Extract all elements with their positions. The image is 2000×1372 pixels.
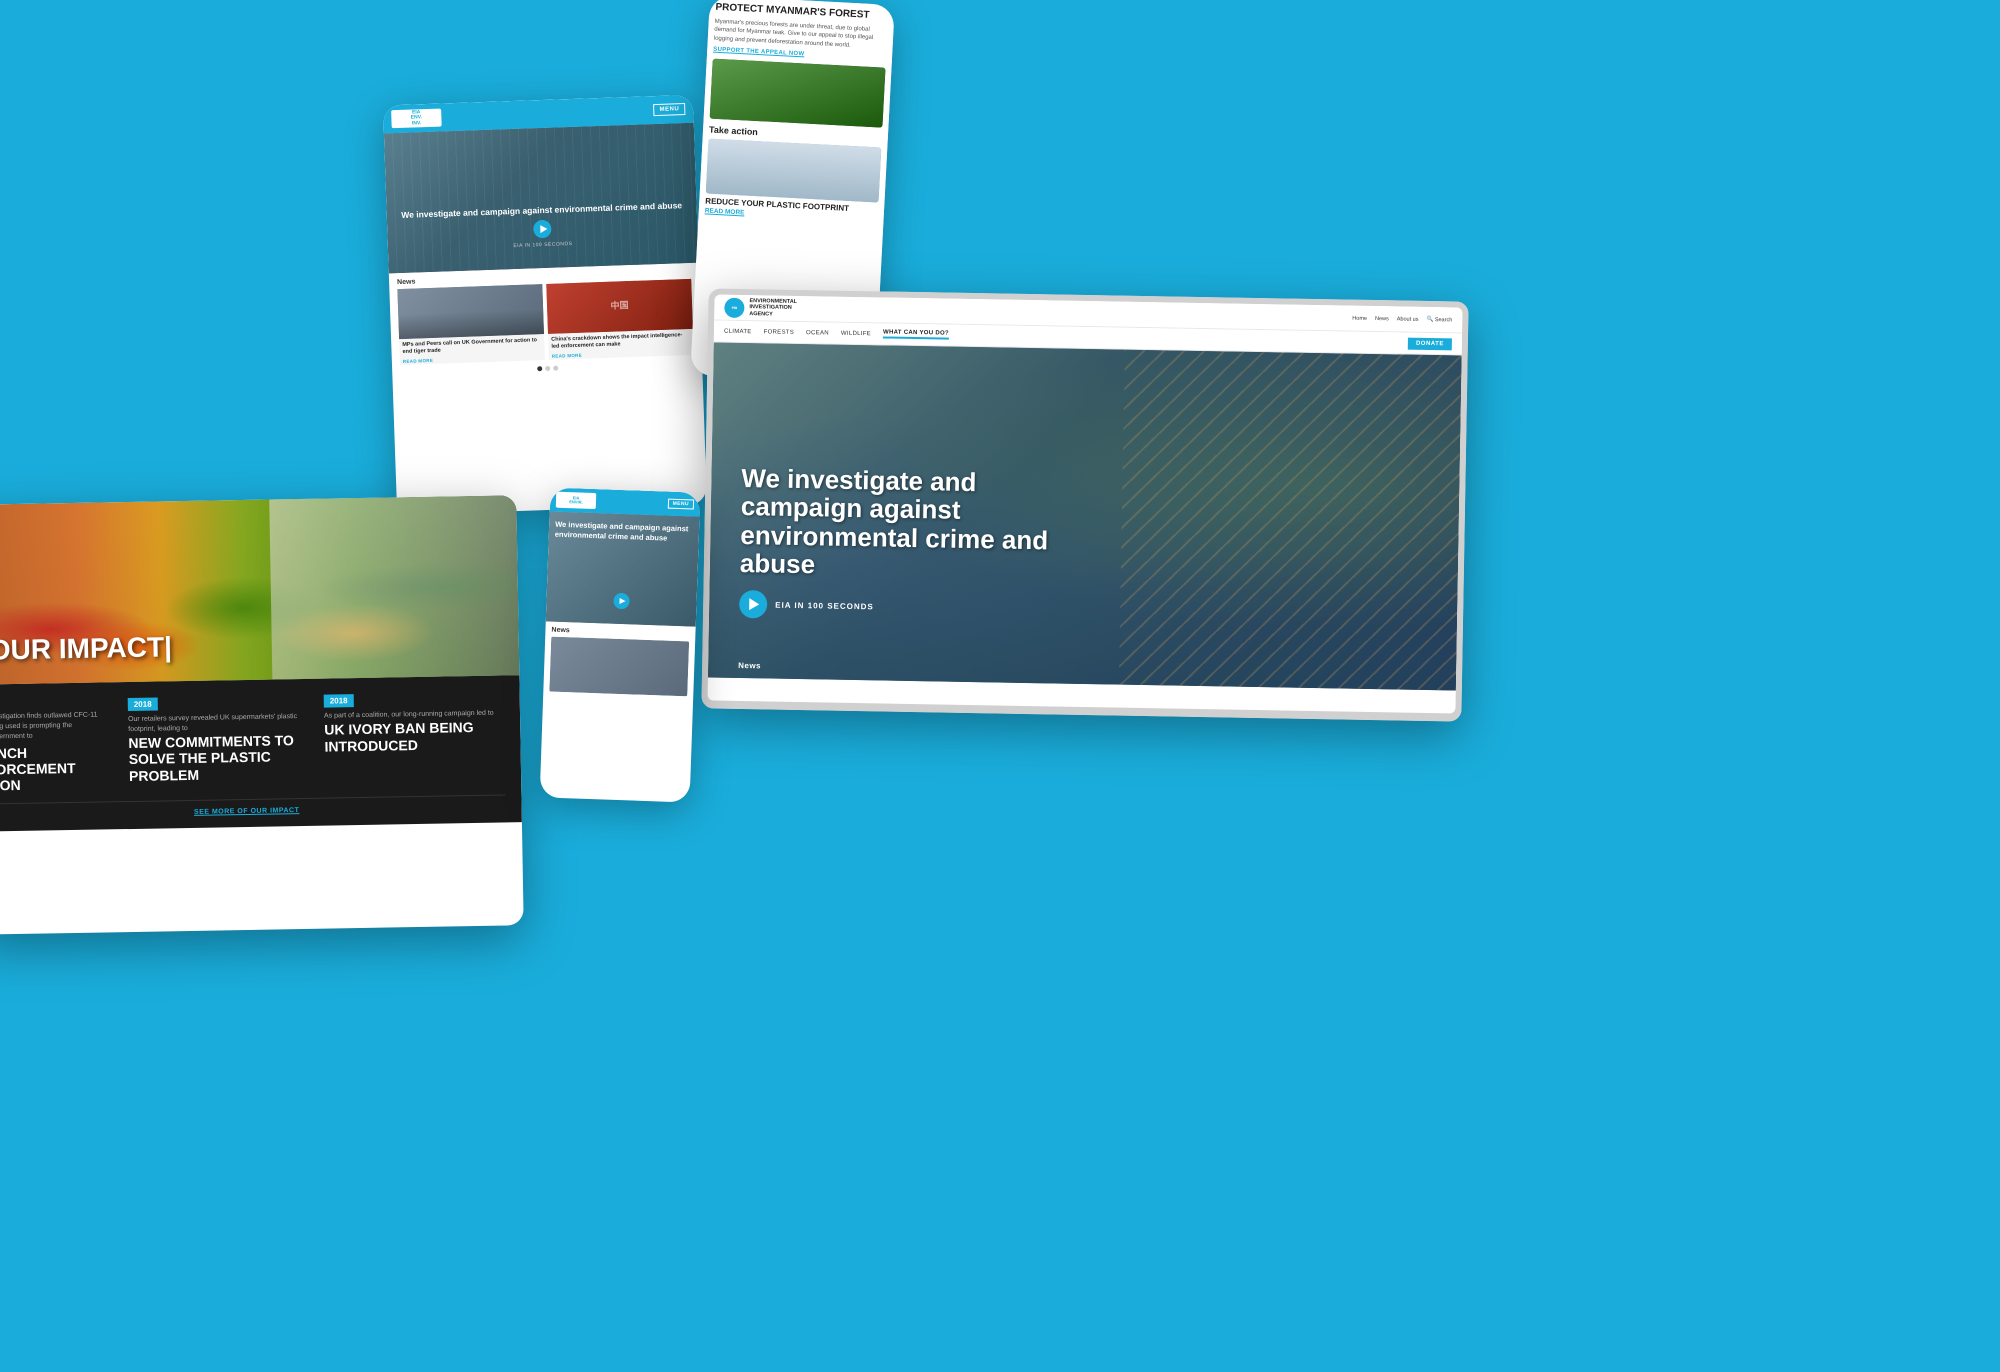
laptop-nav-about[interactable]: About us xyxy=(1397,316,1419,322)
tablet-center-logo: EIAENV.INV. xyxy=(391,109,442,129)
laptop-subnav-wildlife[interactable]: WILDLIFE xyxy=(841,330,871,337)
tablet-bottom-left-hero: OUR IMPACT| xyxy=(0,495,519,685)
plastic-image-inner xyxy=(706,139,882,203)
phone-bottom-center-news-image-inner xyxy=(549,637,689,697)
phone-top-right-body-text: Myanmar's precious forests are under thr… xyxy=(714,18,888,52)
tablet-bottom-left-hero-title: OUR IMPACT| xyxy=(0,633,172,664)
tablet-bottom-left-col2: 2018 Our retailers survey revealed UK su… xyxy=(128,691,310,792)
phone-bottom-center-menu-button[interactable]: MENU xyxy=(667,499,694,510)
tablet-center-menu-button[interactable]: MENU xyxy=(653,103,685,116)
tablet-bottom-left-inner: OUR IMPACT| investigation finds outlawed… xyxy=(0,495,524,935)
tablet-center-news-image-2: 中国 xyxy=(546,279,693,334)
col2-year-badge: 2018 xyxy=(128,698,158,712)
tablet-center-news-image-1 xyxy=(397,284,544,339)
laptop-logo-text: eia xyxy=(732,305,738,310)
col1-partial-text: investigation finds outlawed CFC-11 bein… xyxy=(0,710,112,742)
laptop-subnav-links: CLIMATE FORESTS OCEAN WILDLIFE WHAT CAN … xyxy=(724,327,949,340)
tablet-bottom-left-columns: investigation finds outlawed CFC-11 bein… xyxy=(0,687,505,793)
laptop-play-button[interactable] xyxy=(739,590,767,618)
tablet-bottom-left-see-more[interactable]: SEE MORE OF OUR IMPACT xyxy=(0,795,506,820)
laptop-subnav-climate[interactable]: CLIMATE xyxy=(724,328,752,334)
laptop-subnav-ocean[interactable]: OCEAN xyxy=(806,330,829,336)
play-icon xyxy=(540,225,547,233)
laptop-screen: eia ENVIRONMENTALINVESTIGATIONAGENCY Hom… xyxy=(708,295,1463,714)
myanmar-forest-image-inner xyxy=(710,59,886,128)
tablet-center-news-card-2[interactable]: 中国 China's crackdown shows the impact in… xyxy=(546,279,694,360)
tablet-bottom-left-device: OUR IMPACT| investigation finds outlawed… xyxy=(0,495,524,935)
tablet-bottom-left-dark-section: investigation finds outlawed CFC-11 bein… xyxy=(0,675,522,832)
laptop-nav-home[interactable]: Home xyxy=(1352,315,1367,321)
laptop-subnav-what[interactable]: WHAT CAN YOU DO? xyxy=(883,329,949,339)
col1-heading: UNCH FORCEMENT TION xyxy=(0,744,113,794)
phone-bottom-center-play-icon xyxy=(619,598,625,604)
tablet-bottom-left-col3: 2018 As part of a coalition, our long-ru… xyxy=(324,687,506,788)
pagination-dot-3[interactable] xyxy=(553,366,558,371)
col2-title: NEW COMMITMENTS TO SOLVE THE PLASTIC PRO… xyxy=(128,731,309,785)
pagination-dot-1[interactable] xyxy=(537,366,542,371)
phone-top-right-plastic-image xyxy=(706,139,882,203)
phone-bottom-center-device: EIAENVIR. MENU We investigate and campai… xyxy=(540,487,701,802)
tablet-center-play-button[interactable] xyxy=(533,220,552,239)
laptop-nav-links: Home News About us 🔍 Search xyxy=(1352,315,1452,323)
tablet-center-hero: We investigate and campaign against envi… xyxy=(384,123,699,274)
laptop-hero-title: We investigate and campaign against envi… xyxy=(740,464,1082,584)
laptop-hero-content: We investigate and campaign against envi… xyxy=(739,464,1082,624)
laptop-bezel: eia ENVIRONMENTALINVESTIGATIONAGENCY Hom… xyxy=(701,288,1468,721)
phone-bottom-center-logo: EIAENVIR. xyxy=(556,492,597,509)
col3-year-badge: 2018 xyxy=(324,694,354,708)
col3-title: UK IVORY BAN BEING INTRODUCED xyxy=(324,718,505,755)
laptop-org-name: ENVIRONMENTALINVESTIGATIONAGENCY xyxy=(749,298,797,319)
laptop-logo-area: eia ENVIRONMENTALINVESTIGATIONAGENCY xyxy=(724,297,797,318)
laptop-news-label: News xyxy=(738,661,761,670)
col1-heading-line3: TION xyxy=(0,776,113,794)
laptop-nav-news[interactable]: News xyxy=(1375,316,1389,322)
laptop-subnav-forests[interactable]: FORESTS xyxy=(764,329,795,336)
laptop-cta-text: EIA IN 100 SECONDS xyxy=(775,600,874,611)
phone-bottom-center-news-image xyxy=(549,637,689,697)
laptop-logo-circle: eia xyxy=(724,297,744,317)
tablet-bottom-left-hero-overlay: OUR IMPACT| xyxy=(0,633,172,664)
tablet-center-device: EIAENV.INV. MENU We investigate and camp… xyxy=(383,95,707,516)
laptop-hero: We investigate and campaign against envi… xyxy=(708,342,1462,690)
laptop-search[interactable]: 🔍 Search xyxy=(1426,316,1452,322)
laptop-hero-cta: EIA IN 100 SECONDS xyxy=(739,590,1079,624)
laptop-play-icon xyxy=(749,598,759,610)
phone-bottom-center-hero: We investigate and campaign against envi… xyxy=(546,511,700,626)
laptop-right-device: eia ENVIRONMENTALINVESTIGATIONAGENCY Hom… xyxy=(701,288,1468,721)
laptop-donate-button[interactable]: DONATE xyxy=(1408,337,1452,350)
pagination-dot-2[interactable] xyxy=(545,366,550,371)
tablet-center-news-grid: MPs and Peers call on UK Government for … xyxy=(389,279,701,366)
phone-top-right-forest-image xyxy=(710,59,886,128)
phone-bottom-center-logo-text: EIAENVIR. xyxy=(569,496,583,505)
tablet-bottom-left-col1: investigation finds outlawed CFC-11 bein… xyxy=(0,694,113,794)
phone-bottom-center-inner: EIAENVIR. MENU We investigate and campai… xyxy=(540,487,701,802)
tablet-center-logo-text: EIAENV.INV. xyxy=(411,110,423,127)
tablet-center-news-card-1[interactable]: MPs and Peers call on UK Government for … xyxy=(397,284,545,365)
